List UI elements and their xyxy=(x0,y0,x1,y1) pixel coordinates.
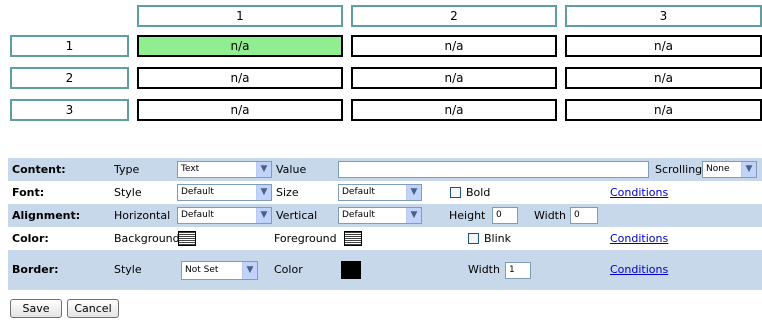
type-select[interactable]: Text ▼ xyxy=(177,161,272,178)
color-label: Color: xyxy=(12,232,49,245)
width-input[interactable]: 0 xyxy=(570,207,598,224)
width-label: Width xyxy=(534,209,566,222)
chevron-down-icon: ▼ xyxy=(741,162,756,177)
border-width-label: Width xyxy=(468,263,500,276)
content-label: Content: xyxy=(12,163,66,176)
border-label: Border: xyxy=(12,263,59,276)
height-label: Height xyxy=(449,209,486,222)
horizontal-label: Horizontal xyxy=(114,209,171,222)
color-row: Color: Background Foreground Blink Condi… xyxy=(8,227,762,250)
grid-cell[interactable]: n/a xyxy=(137,67,343,89)
grid-cell[interactable]: n/a xyxy=(565,67,762,89)
value-input[interactable] xyxy=(338,161,649,178)
grid-cell-selected[interactable]: n/a xyxy=(137,35,343,57)
alignment-label: Alignment: xyxy=(12,209,81,222)
size-label: Size xyxy=(276,186,299,199)
alignment-row: Alignment: Horizontal Default ▼ Vertical… xyxy=(8,204,762,227)
cell-properties-panel: Content: Type Text ▼ Value Scrolling Non… xyxy=(8,158,762,292)
chevron-down-icon: ▼ xyxy=(256,162,271,177)
height-input[interactable]: 0 xyxy=(492,207,518,224)
border-color-picker[interactable] xyxy=(341,261,361,279)
chevron-down-icon: ▼ xyxy=(406,185,421,200)
vertical-select[interactable]: Default ▼ xyxy=(338,207,422,224)
bold-label: Bold xyxy=(466,186,491,199)
chevron-down-icon: ▼ xyxy=(256,208,271,223)
border-color-label: Color xyxy=(274,263,303,276)
background-color-picker[interactable] xyxy=(178,231,196,246)
border-conditions-link[interactable]: Conditions xyxy=(610,250,668,290)
font-style-label: Style xyxy=(114,186,142,199)
foreground-label: Foreground xyxy=(274,232,337,245)
background-label: Background xyxy=(114,232,180,245)
color-conditions-link[interactable]: Conditions xyxy=(610,227,668,250)
vertical-label: Vertical xyxy=(276,209,318,222)
grid-cell[interactable]: n/a xyxy=(565,99,762,121)
value-label: Value xyxy=(276,163,307,176)
blink-checkbox[interactable] xyxy=(468,233,479,244)
row-header[interactable]: 2 xyxy=(10,67,129,89)
type-label: Type xyxy=(114,163,140,176)
font-label: Font: xyxy=(12,186,45,199)
font-style-select[interactable]: Default ▼ xyxy=(177,184,272,201)
scrolling-label: Scrolling xyxy=(655,163,703,176)
font-conditions-link[interactable]: Conditions xyxy=(610,181,668,204)
font-size-select[interactable]: Default ▼ xyxy=(338,184,422,201)
border-style-label: Style xyxy=(114,263,142,276)
scrolling-select[interactable]: None ▼ xyxy=(702,161,757,178)
border-row: Border: Style Not Set ▼ Color Width 1 Co… xyxy=(8,250,762,290)
grid-cell[interactable]: n/a xyxy=(351,67,557,89)
bold-checkbox[interactable] xyxy=(450,187,461,198)
chevron-down-icon: ▼ xyxy=(242,262,257,279)
border-width-input[interactable]: 1 xyxy=(505,262,531,279)
font-row: Font: Style Default ▼ Size Default ▼ Bol… xyxy=(8,181,762,204)
cancel-button[interactable]: Cancel xyxy=(67,299,119,318)
grid-cell[interactable]: n/a xyxy=(137,99,343,121)
chevron-down-icon: ▼ xyxy=(406,208,421,223)
chevron-down-icon: ▼ xyxy=(256,185,271,200)
border-style-select[interactable]: Not Set ▼ xyxy=(181,261,258,280)
grid-cell[interactable]: n/a xyxy=(351,99,557,121)
content-row: Content: Type Text ▼ Value Scrolling Non… xyxy=(8,158,762,181)
foreground-color-picker[interactable] xyxy=(344,231,362,246)
save-button[interactable]: Save xyxy=(10,299,62,318)
column-header[interactable]: 1 xyxy=(137,5,343,27)
grid-cell[interactable]: n/a xyxy=(565,35,762,57)
column-header[interactable]: 3 xyxy=(565,5,762,27)
grid-cell[interactable]: n/a xyxy=(351,35,557,57)
blink-label: Blink xyxy=(484,232,512,245)
horizontal-select[interactable]: Default ▼ xyxy=(177,207,272,224)
column-header[interactable]: 2 xyxy=(351,5,557,27)
row-header[interactable]: 1 xyxy=(10,35,129,57)
row-header[interactable]: 3 xyxy=(10,99,129,121)
